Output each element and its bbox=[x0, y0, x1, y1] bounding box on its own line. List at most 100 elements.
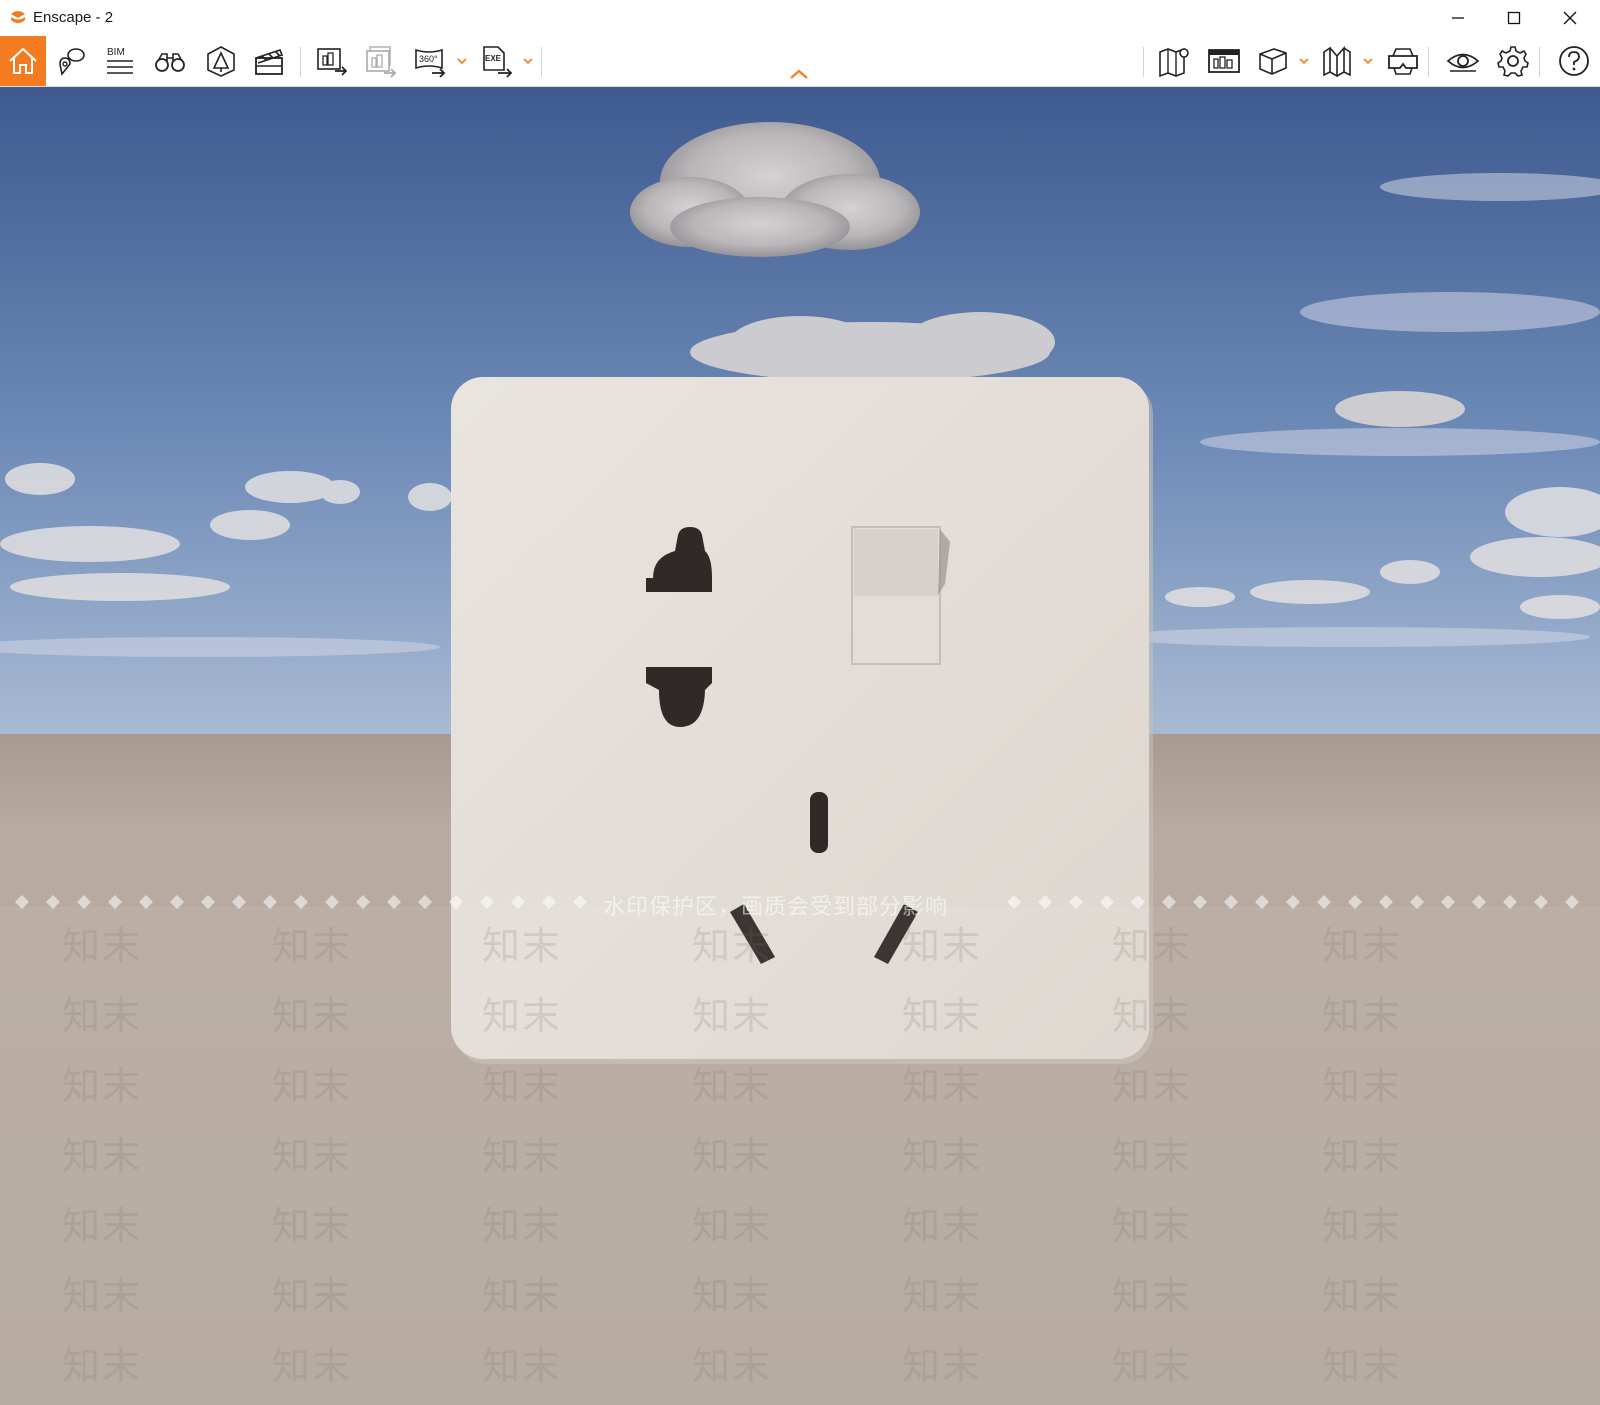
export-dropdown[interactable] bbox=[522, 54, 534, 68]
video-editor-button[interactable] bbox=[246, 36, 292, 86]
clapperboard-icon bbox=[255, 49, 284, 75]
toolbar-separator bbox=[1428, 47, 1429, 77]
binoculars-icon bbox=[155, 53, 185, 72]
help-icon bbox=[1559, 46, 1589, 76]
watermark-logo: 知末 bbox=[902, 1064, 983, 1108]
vr-headset-button[interactable] bbox=[1380, 36, 1426, 86]
asset-library-icon bbox=[207, 46, 235, 77]
export-exe-button[interactable]: EXE bbox=[474, 36, 520, 86]
window-title: Enscape - 2 bbox=[33, 9, 114, 26]
location-button[interactable] bbox=[48, 36, 94, 86]
watermark-logo: 知末 bbox=[62, 1064, 143, 1108]
render-360-button[interactable]: 360° bbox=[408, 36, 454, 86]
chevron-down-icon bbox=[1363, 58, 1373, 65]
watermark-logo: 知末 bbox=[482, 1274, 563, 1318]
watermark-logo: 知末 bbox=[1322, 1064, 1403, 1108]
watermark-logo: 知末 bbox=[902, 1134, 983, 1178]
watermark-logo: 知末 bbox=[1322, 1344, 1403, 1388]
watermark-logo: 知末 bbox=[62, 1134, 143, 1178]
toolbar-separator bbox=[1539, 47, 1540, 77]
watermark-logo: 知末 bbox=[272, 1344, 353, 1388]
chevron-down-icon bbox=[1299, 58, 1309, 65]
watermark-logo: 知末 bbox=[1322, 1274, 1403, 1318]
render-360-icon: 360° bbox=[415, 48, 446, 78]
watermark-logo: 知末 bbox=[692, 994, 773, 1038]
eye-button[interactable] bbox=[1440, 36, 1486, 86]
watermark-logo: 知末 bbox=[692, 1134, 773, 1178]
cube-view-button[interactable] bbox=[1250, 36, 1296, 86]
svg-text:EXE: EXE bbox=[485, 54, 502, 63]
toolbar-separator bbox=[1143, 47, 1144, 77]
book-button[interactable] bbox=[1314, 36, 1360, 86]
asset-library-button[interactable] bbox=[198, 36, 244, 86]
svg-text:360°: 360° bbox=[419, 54, 438, 64]
watermark-logo: 知末 bbox=[1322, 924, 1403, 968]
book-icon bbox=[1323, 45, 1351, 78]
watermark-logo: 知末 bbox=[902, 1274, 983, 1318]
bim-icon: BIM bbox=[107, 47, 133, 74]
title-bar: Enscape - 2 bbox=[0, 0, 1600, 36]
cube-view-icon bbox=[1259, 48, 1287, 75]
views-button[interactable] bbox=[147, 36, 193, 86]
watermark-logo: 知末 bbox=[482, 1344, 563, 1388]
close-button[interactable] bbox=[1542, 0, 1598, 36]
watermark-logo: 知末 bbox=[482, 1064, 563, 1108]
chevron-down-icon bbox=[523, 58, 533, 65]
watermark-logo: 知末 bbox=[62, 924, 143, 968]
watermark-logo: 知末 bbox=[482, 1204, 563, 1248]
minimize-button[interactable] bbox=[1430, 0, 1486, 36]
watermark-logo: 知末 bbox=[1322, 994, 1403, 1038]
render-360-dropdown[interactable] bbox=[456, 54, 468, 68]
chevron-up-icon bbox=[790, 69, 808, 79]
watermark-logo: 知末 bbox=[902, 994, 983, 1038]
vr-headset-icon bbox=[1388, 48, 1418, 75]
home-button[interactable] bbox=[0, 36, 46, 86]
settings-button[interactable] bbox=[1490, 36, 1536, 86]
watermark-logo: 知末 bbox=[482, 994, 563, 1038]
watermark-logo: 知末 bbox=[62, 1274, 143, 1318]
map-button[interactable] bbox=[1151, 36, 1197, 86]
eye-icon bbox=[1446, 53, 1480, 72]
batch-render-icon bbox=[366, 46, 397, 78]
watermark-logo: 知末 bbox=[272, 924, 353, 968]
render-image-button[interactable] bbox=[309, 36, 355, 86]
watermark-logo: 知末 bbox=[272, 1274, 353, 1318]
render-image-icon bbox=[317, 48, 348, 76]
watermark-logo: 知末 bbox=[272, 1064, 353, 1108]
watermark-logo: 知末 bbox=[1112, 924, 1193, 968]
chevron-down-icon bbox=[457, 58, 467, 65]
watermark-logo: 知末 bbox=[902, 1344, 983, 1388]
visual-settings-button[interactable] bbox=[1201, 36, 1247, 86]
toolbar-collapse-toggle[interactable] bbox=[787, 66, 811, 82]
watermark-caption: 水印保护区，画质会受到部分影响 bbox=[603, 895, 949, 920]
enscape-logo-icon bbox=[11, 11, 25, 23]
watermark-logo: 知末 bbox=[272, 1204, 353, 1248]
watermark-logo: 知末 bbox=[902, 924, 983, 968]
watermark-logo: 知末 bbox=[62, 1204, 143, 1248]
visual-settings-icon bbox=[1208, 49, 1240, 73]
watermark-logo: 知末 bbox=[692, 1064, 773, 1108]
watermark-logo: 知末 bbox=[1112, 1344, 1193, 1388]
book-dropdown[interactable] bbox=[1362, 54, 1374, 68]
watermark-logo: 知末 bbox=[1112, 994, 1193, 1038]
cube-view-dropdown[interactable] bbox=[1298, 54, 1310, 68]
watermark-logo: 知末 bbox=[1322, 1204, 1403, 1248]
help-button[interactable] bbox=[1551, 36, 1597, 86]
batch-render-button[interactable] bbox=[358, 36, 404, 86]
maximize-icon bbox=[1507, 11, 1521, 25]
minimize-icon bbox=[1452, 17, 1464, 19]
map-icon bbox=[1159, 47, 1189, 78]
maximize-button[interactable] bbox=[1486, 0, 1542, 36]
render-viewport[interactable]: 水印保护区，画质会受到部分影响 知末 知末 知末 知末 知末 知末 知末 知末 知末 知末 知末 知末… bbox=[0, 87, 1600, 1405]
home-icon bbox=[9, 47, 37, 74]
watermark-logo: 知末 bbox=[272, 994, 353, 1038]
gear-icon bbox=[1497, 46, 1529, 77]
watermark-logo: 知末 bbox=[62, 994, 143, 1038]
watermark-logo: 知末 bbox=[692, 1204, 773, 1248]
svg-text:BIM: BIM bbox=[107, 47, 125, 58]
bim-button[interactable]: BIM bbox=[97, 36, 143, 86]
watermark-logo: 知末 bbox=[482, 1134, 563, 1178]
watermark-logo: 知末 bbox=[902, 1204, 983, 1248]
watermark-logo: 知末 bbox=[692, 1344, 773, 1388]
toolbar-separator bbox=[300, 47, 301, 77]
